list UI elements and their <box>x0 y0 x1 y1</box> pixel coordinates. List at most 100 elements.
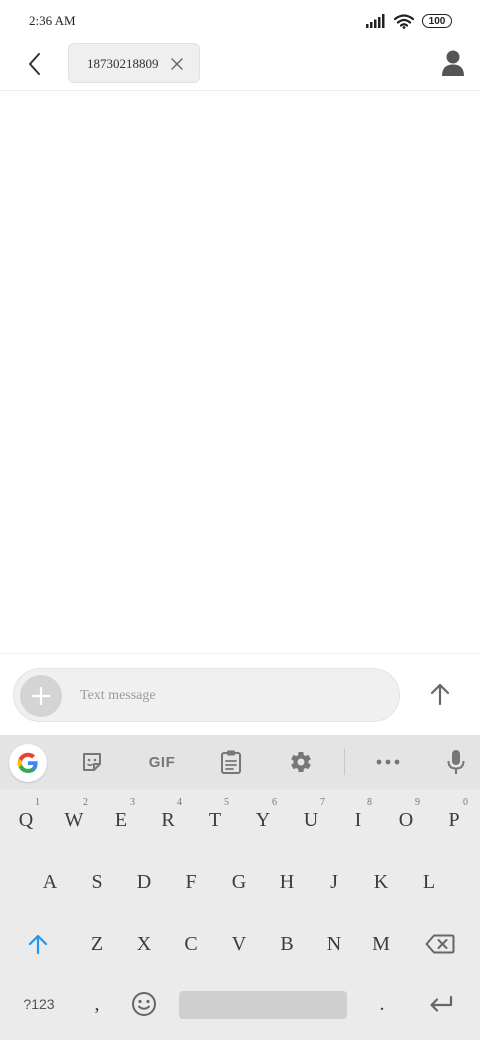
gif-label: GIF <box>148 753 176 771</box>
key-hint-label: 2 <box>83 797 88 808</box>
key-label: D <box>136 870 152 893</box>
key-h[interactable]: H <box>267 857 307 907</box>
key-label: Z <box>90 932 104 955</box>
back-button[interactable] <box>18 48 50 80</box>
keyboard-toolbar: GIF <box>0 735 480 789</box>
gear-icon <box>291 752 311 773</box>
plus-icon <box>31 686 51 706</box>
key-label: , <box>94 992 100 1015</box>
key-label: F <box>185 870 197 893</box>
key-label: G <box>231 870 247 893</box>
send-arrow-icon <box>430 683 450 706</box>
key-label: K <box>373 870 389 893</box>
key-label: J <box>330 870 338 893</box>
key-v[interactable]: V <box>219 919 259 969</box>
remove-recipient-icon[interactable] <box>169 56 185 72</box>
key-label: C <box>184 932 198 955</box>
key-r[interactable]: R4 <box>148 795 188 845</box>
key-label: N <box>326 932 342 955</box>
key-s[interactable]: S <box>77 857 117 907</box>
key-o[interactable]: O9 <box>386 795 426 845</box>
key-g[interactable]: G <box>219 857 259 907</box>
key-t[interactable]: T5 <box>195 795 235 845</box>
key-u[interactable]: U7 <box>291 795 331 845</box>
voice-input-button[interactable] <box>438 745 474 779</box>
google-icon <box>17 752 38 773</box>
key-label: E <box>114 808 128 831</box>
key-label: L <box>422 870 436 893</box>
symbols-key[interactable]: ?123 <box>16 979 62 1029</box>
key-label: R <box>161 808 175 831</box>
battery-icon: 100 <box>422 14 452 28</box>
key-label: A <box>42 870 58 893</box>
compose-bar <box>0 653 480 735</box>
key-hint-label: 3 <box>130 797 135 808</box>
key-x[interactable]: X <box>124 919 164 969</box>
key-hint-label: 1 <box>35 797 40 808</box>
key-label: V <box>231 932 247 955</box>
shift-key[interactable] <box>18 919 58 969</box>
key-f[interactable]: F <box>171 857 211 907</box>
key-n[interactable]: N <box>314 919 354 969</box>
key-label: S <box>91 870 103 893</box>
key-z[interactable]: Z <box>77 919 117 969</box>
key-k[interactable]: K <box>361 857 401 907</box>
key-hint-label: 5 <box>224 797 229 808</box>
key-label: H <box>279 870 295 893</box>
key-d[interactable]: D <box>124 857 164 907</box>
key-hint-label: 8 <box>367 797 372 808</box>
add-attachment-button[interactable] <box>20 675 62 717</box>
key-j[interactable]: J <box>314 857 354 907</box>
key-w[interactable]: W2 <box>54 795 94 845</box>
key-label: P <box>448 808 460 831</box>
space-key[interactable] <box>179 991 347 1019</box>
message-input[interactable] <box>80 686 380 706</box>
period-key[interactable]: . <box>362 979 402 1029</box>
key-label: X <box>136 932 152 955</box>
key-label: Y <box>255 808 271 831</box>
key-q[interactable]: Q1 <box>6 795 46 845</box>
toolbar-divider <box>344 749 345 775</box>
emoji-key[interactable] <box>124 979 164 1029</box>
status-time: 2:36 AM <box>29 13 76 28</box>
key-m[interactable]: M <box>361 919 401 969</box>
key-c[interactable]: C <box>171 919 211 969</box>
settings-button[interactable] <box>283 745 319 779</box>
shift-arrow-icon <box>28 934 48 955</box>
emoji-icon <box>132 992 156 1016</box>
key-y[interactable]: Y6 <box>243 795 283 845</box>
compose-field <box>13 668 400 722</box>
google-search-button[interactable] <box>9 744 47 782</box>
comma-key[interactable]: , <box>77 979 117 1029</box>
key-label: O <box>398 808 414 831</box>
key-label: I <box>354 808 362 831</box>
key-hint-label: 7 <box>320 797 325 808</box>
clipboard-button[interactable] <box>213 745 249 779</box>
backspace-key[interactable] <box>420 919 460 969</box>
key-e[interactable]: E3 <box>101 795 141 845</box>
send-button[interactable] <box>424 678 456 710</box>
key-a[interactable]: A <box>30 857 70 907</box>
key-label: W <box>64 808 84 831</box>
key-label: U <box>303 808 319 831</box>
key-label: . <box>379 992 385 1015</box>
contact-icon[interactable] <box>440 49 466 77</box>
backspace-icon <box>425 934 455 954</box>
recipient-chip[interactable]: 18730218809 <box>68 43 200 83</box>
key-hint-label: 0 <box>463 797 468 808</box>
message-list <box>0 92 480 652</box>
sticker-icon <box>83 753 101 771</box>
more-button[interactable] <box>370 745 406 779</box>
key-label: ?123 <box>23 996 55 1012</box>
key-i[interactable]: I8 <box>338 795 378 845</box>
enter-arrow-icon <box>430 995 453 1012</box>
key-label: Q <box>18 808 34 831</box>
key-b[interactable]: B <box>267 919 307 969</box>
key-p[interactable]: P0 <box>434 795 474 845</box>
key-label: B <box>280 932 294 955</box>
sticker-button[interactable] <box>74 745 110 779</box>
gif-button[interactable]: GIF <box>140 745 184 779</box>
key-hint-label: 6 <box>272 797 277 808</box>
enter-key[interactable] <box>421 979 461 1029</box>
key-l[interactable]: L <box>409 857 449 907</box>
